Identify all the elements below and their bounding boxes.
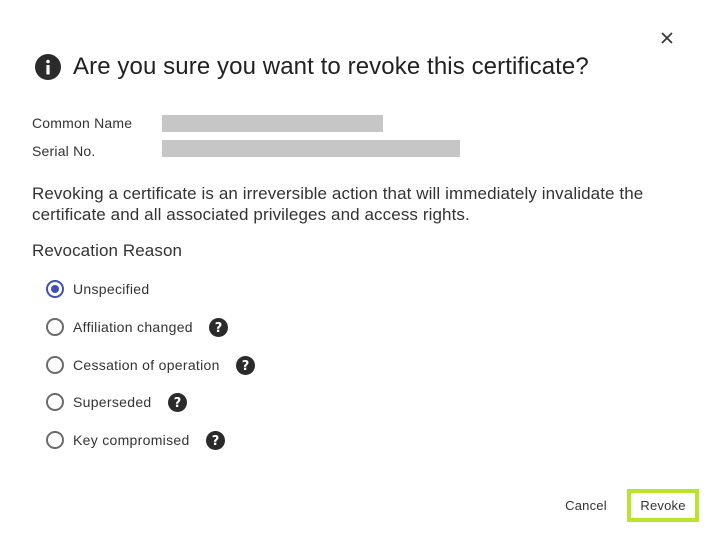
close-icon (661, 32, 673, 44)
help-icon[interactable]: ? (235, 355, 255, 375)
reason-label: Unspecified (73, 281, 150, 297)
reason-label: Superseded (73, 394, 152, 410)
help-icon[interactable]: ? (205, 430, 225, 450)
help-icon[interactable]: ? (167, 392, 187, 412)
revoke-warning-text: Revoking a certificate is an irreversibl… (32, 184, 644, 224)
reason-option-key-compromised[interactable]: Key compromised ? (46, 430, 225, 450)
cancel-button[interactable]: Cancel (556, 490, 616, 520)
svg-text:?: ? (211, 434, 219, 449)
radio-button[interactable] (46, 318, 64, 336)
reason-option-affiliation-changed[interactable]: Affiliation changed ? (46, 317, 228, 337)
svg-text:?: ? (241, 359, 249, 374)
reason-option-superseded[interactable]: Superseded ? (46, 392, 187, 412)
common-name-label: Common Name (32, 115, 133, 131)
help-icon[interactable]: ? (208, 317, 228, 337)
dialog-header: Are you sure you want to revoke this cer… (34, 53, 589, 81)
reason-option-unspecified[interactable]: Unspecified (46, 279, 149, 299)
serial-no-value-redacted (162, 140, 460, 157)
reason-label: Cessation of operation (73, 357, 220, 373)
dialog-title: Are you sure you want to revoke this cer… (73, 53, 589, 80)
reason-option-cessation-of-operation[interactable]: Cessation of operation ? (46, 355, 255, 375)
radio-button[interactable] (46, 393, 64, 411)
radio-button-checked[interactable] (46, 280, 64, 298)
revocation-reason-heading: Revocation Reason (32, 241, 183, 260)
info-icon (35, 54, 61, 80)
close-button[interactable] (656, 27, 678, 49)
reason-label: Key compromised (73, 432, 190, 448)
radio-button[interactable] (46, 356, 64, 374)
serial-no-label: Serial No. (32, 143, 96, 159)
common-name-value-redacted (162, 115, 383, 132)
svg-text:?: ? (173, 396, 181, 411)
svg-text:?: ? (215, 321, 223, 336)
radio-button[interactable] (46, 431, 64, 449)
reason-label: Affiliation changed (73, 319, 193, 335)
revoke-button[interactable]: Revoke (627, 489, 699, 522)
revoke-certificate-dialog: Are you sure you want to revoke this cer… (0, 0, 714, 535)
